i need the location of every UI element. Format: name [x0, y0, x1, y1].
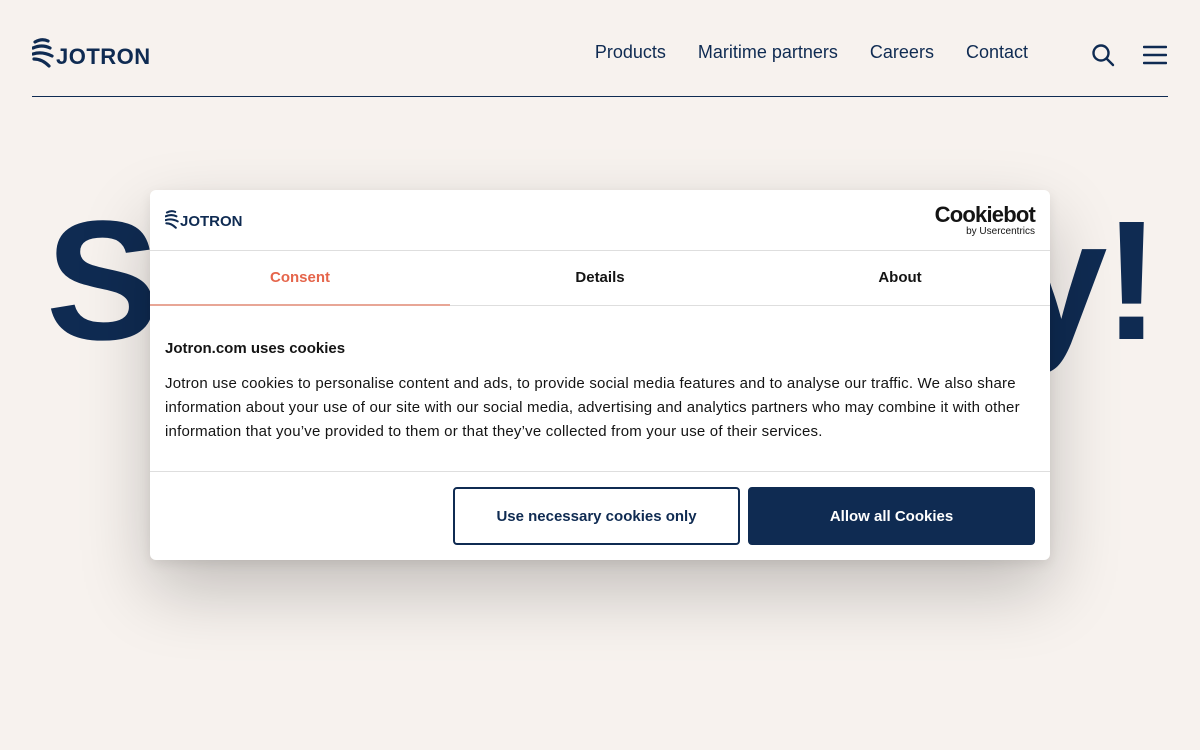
- dialog-tabs: Consent Details About: [150, 250, 1050, 306]
- nav-careers[interactable]: Careers: [870, 42, 934, 63]
- tab-about[interactable]: About: [750, 250, 1050, 305]
- cookiebot-name: Cookiebot: [934, 202, 1036, 227]
- dialog-body: Jotron.com uses cookies Jotron use cooki…: [165, 340, 1035, 444]
- hamburger-menu-icon: [1143, 45, 1167, 65]
- logo-wordmark: JOTRON: [56, 44, 151, 69]
- cookie-consent-dialog: JOTRON Cookiebot by Usercentrics Consent…: [150, 190, 1050, 560]
- dialog-heading: Jotron.com uses cookies: [165, 340, 346, 357]
- dialog-jotron-logo: JOTRON: [165, 210, 243, 229]
- necessary-cookies-button[interactable]: Use necessary cookies only: [453, 487, 740, 545]
- allow-all-cookies-button[interactable]: Allow all Cookies: [748, 487, 1035, 545]
- search-button[interactable]: [1090, 42, 1116, 68]
- tab-details[interactable]: Details: [450, 250, 750, 305]
- jotron-logo[interactable]: JOTRON: [32, 38, 151, 68]
- dialog-header: JOTRON Cookiebot by Usercentrics: [150, 190, 1050, 251]
- tab-consent[interactable]: Consent: [150, 250, 450, 306]
- cookiebot-by-line: by Usercentrics: [966, 226, 1035, 237]
- cookiebot-logo[interactable]: Cookiebot by Usercentrics: [934, 202, 1036, 238]
- jotron-waves-icon: [32, 38, 54, 68]
- menu-button[interactable]: [1142, 42, 1168, 68]
- hero-text-left: S: [46, 186, 159, 376]
- dialog-description: Jotron use cookies to personalise conten…: [165, 375, 1020, 440]
- site-header: JOTRON Products Maritime partners Career…: [32, 0, 1168, 97]
- dialog-logo-wordmark: JOTRON: [180, 213, 243, 230]
- jotron-waves-icon: [165, 210, 179, 229]
- dialog-footer: Use necessary cookies only Allow all Coo…: [150, 471, 1050, 560]
- nav-products[interactable]: Products: [595, 42, 666, 63]
- nav-maritime-partners[interactable]: Maritime partners: [698, 42, 838, 63]
- main-nav: Products Maritime partners Careers Conta…: [595, 42, 1028, 63]
- search-icon: [1092, 44, 1115, 67]
- nav-contact[interactable]: Contact: [966, 42, 1028, 63]
